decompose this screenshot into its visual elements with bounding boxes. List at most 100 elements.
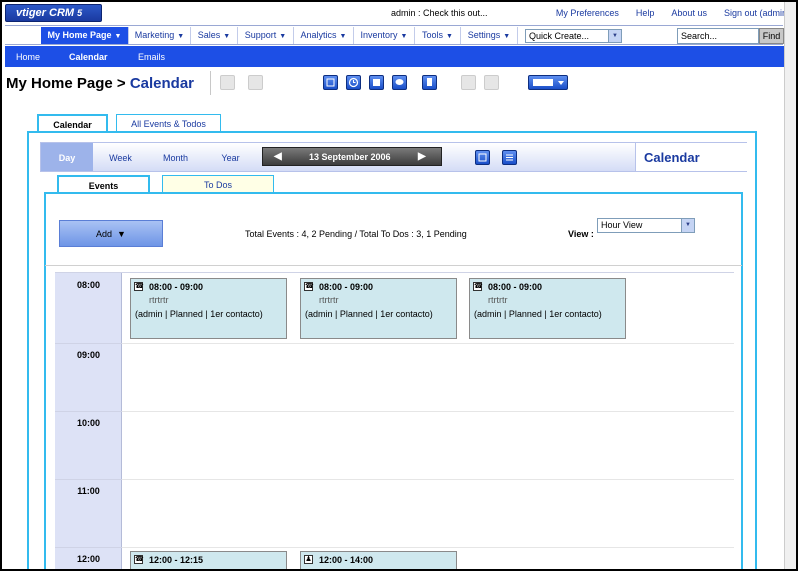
current-date: 13 September 2006 xyxy=(309,152,391,162)
calculator-icon[interactable] xyxy=(369,75,384,90)
menu-label: Inventory xyxy=(360,30,398,40)
menu-support[interactable]: Support ▼ xyxy=(238,27,294,44)
clock-icon[interactable] xyxy=(346,75,361,90)
tab-events[interactable]: Events xyxy=(57,175,150,193)
chevron-down-icon: ▼ xyxy=(503,33,511,40)
page-title: My Home Page > Calendar xyxy=(6,75,194,92)
app-window: vtiger CRM 5 admin : Check this out... M… xyxy=(0,0,798,571)
event-subject[interactable]: rtrtrtr xyxy=(319,295,339,305)
hour-line xyxy=(55,411,122,412)
event-card[interactable]: ♟ 12:00 - 14:00 xyxy=(300,551,457,569)
event-card[interactable]: ☎ 08:00 - 09:00 rtrtrtr (admin | Planned… xyxy=(469,278,626,339)
event-card[interactable]: ☎ 12:00 - 12:15 xyxy=(130,551,287,569)
chat-icon[interactable] xyxy=(392,75,407,90)
chevron-down-icon[interactable]: ▼ xyxy=(608,30,621,42)
tab-to-dos[interactable]: To Dos xyxy=(162,175,274,193)
breadcrumb-section[interactable]: My Home Page xyxy=(6,75,113,92)
mini-calendar-icon[interactable] xyxy=(475,150,490,165)
submenu-home[interactable]: Home xyxy=(16,52,40,62)
menu-sales[interactable]: Sales ▼ xyxy=(191,27,238,44)
top-links: My Preferences Help About us Sign out (a… xyxy=(556,8,790,18)
menu-label: My Home Page xyxy=(47,30,112,40)
hour-label: 11:00 xyxy=(77,486,100,496)
calendar-icon[interactable] xyxy=(323,75,338,90)
menu-settings[interactable]: Settings ▼ xyxy=(461,27,518,44)
event-card[interactable]: ☎ 08:00 - 09:00 rtrtrtr (admin | Planned… xyxy=(130,278,287,339)
view-tab-year[interactable]: Year xyxy=(208,143,253,171)
chevron-down-icon: ▼ xyxy=(177,33,185,40)
chevron-down-icon[interactable]: ▼ xyxy=(681,219,694,232)
hour-line xyxy=(55,479,122,480)
phone-icon: ☎ xyxy=(134,555,144,564)
meeting-icon: ♟ xyxy=(304,555,313,564)
event-subject[interactable]: rtrtrtr xyxy=(488,295,508,305)
menu-label: Sales xyxy=(197,30,221,40)
settings-grid-icon[interactable] xyxy=(502,150,517,165)
calendar-title: Calendar xyxy=(635,143,747,171)
view-tab-day[interactable]: Day xyxy=(41,143,93,171)
menu-marketing[interactable]: Marketing ▼ xyxy=(129,27,191,44)
event-info: (admin | Planned | 1er contacto) xyxy=(305,309,433,319)
sign-out-link[interactable]: Sign out (admin) xyxy=(724,8,790,18)
event-info: (admin | Planned | 1er contacto) xyxy=(135,309,263,319)
menu-label: Support xyxy=(244,30,277,40)
hour-line xyxy=(122,547,734,548)
add-label: Add xyxy=(96,229,113,239)
menu-my-home-page[interactable]: My Home Page ▼ xyxy=(41,27,129,44)
next-arrow-icon[interactable]: ▶ xyxy=(418,151,426,162)
about-us-link[interactable]: About us xyxy=(671,8,707,18)
sub-menu: Home Calendar Emails xyxy=(5,46,784,67)
chevron-down-icon: ▼ xyxy=(400,33,408,40)
logo-version: 5 xyxy=(77,8,83,18)
layout-select-icon[interactable] xyxy=(528,75,568,90)
submenu-emails[interactable]: Emails xyxy=(138,52,165,62)
prev-arrow-icon[interactable]: ◀ xyxy=(274,151,282,162)
view-tab-week[interactable]: Week xyxy=(98,143,143,171)
help-link[interactable]: Help xyxy=(636,8,655,18)
totals-summary: Total Events : 4, 2 Pending / Total To D… xyxy=(245,229,467,239)
hour-line xyxy=(55,272,734,273)
menu-label: Tools xyxy=(422,30,444,40)
hour-label: 12:00 xyxy=(76,554,101,564)
chevron-down-icon: ▼ xyxy=(223,33,231,40)
calendar-header: Day Week Month Year ◀ 13 September 2006 … xyxy=(40,142,747,172)
event-time: 08:00 - 09:00 xyxy=(149,282,204,292)
view-select-value: Hour View xyxy=(601,220,643,230)
chevron-down-icon: ▼ xyxy=(114,229,126,239)
event-card[interactable]: ☎ 08:00 - 09:00 rtrtrtr (admin | Planned… xyxy=(300,278,457,339)
vertical-scrollbar[interactable] xyxy=(784,2,796,569)
events-panel xyxy=(44,192,743,569)
hour-label: 08:00 xyxy=(76,280,101,290)
hour-label: 09:00 xyxy=(76,350,101,360)
event-time: 08:00 - 09:00 xyxy=(488,282,543,292)
hour-label: 10:00 xyxy=(76,418,101,428)
menu-label: Marketing xyxy=(134,30,175,40)
tab-all-events-todos[interactable]: All Events & Todos xyxy=(116,114,221,132)
import-icon[interactable] xyxy=(422,75,437,90)
vtiger-logo[interactable]: vtiger CRM 5 xyxy=(5,4,102,22)
search-icon xyxy=(248,75,263,90)
breadcrumb-module[interactable]: Calendar xyxy=(130,75,194,92)
view-tab-month[interactable]: Month xyxy=(153,143,198,171)
menu-inventory[interactable]: Inventory ▼ xyxy=(354,27,415,44)
menu-tools[interactable]: Tools ▼ xyxy=(415,27,461,44)
chevron-down-icon: ▼ xyxy=(114,33,122,40)
menu-analytics[interactable]: Analytics ▼ xyxy=(294,27,354,44)
chevron-down-icon: ▼ xyxy=(279,33,287,40)
search-input[interactable]: Search... xyxy=(677,28,759,44)
breadcrumb-separator: > xyxy=(116,75,126,92)
submenu-calendar[interactable]: Calendar xyxy=(69,52,108,62)
chevron-down-icon: ▼ xyxy=(339,33,347,40)
my-preferences-link[interactable]: My Preferences xyxy=(556,8,619,18)
hour-line xyxy=(122,411,734,412)
add-button[interactable]: Add ▼ xyxy=(59,220,163,247)
event-subject[interactable]: rtrtrtr xyxy=(149,295,169,305)
hour-line xyxy=(55,547,122,548)
view-select[interactable]: Hour View ▼ xyxy=(597,218,695,233)
find-button[interactable]: Find xyxy=(759,28,784,44)
quick-create-select[interactable]: Quick Create... ▼ xyxy=(525,29,622,43)
date-navigator: ◀ 13 September 2006 ▶ xyxy=(262,147,442,166)
divider xyxy=(45,265,742,266)
hour-line xyxy=(122,343,734,344)
main-menu: My Home Page ▼ Marketing ▼ Sales ▼ Support ▼… xyxy=(5,25,784,45)
